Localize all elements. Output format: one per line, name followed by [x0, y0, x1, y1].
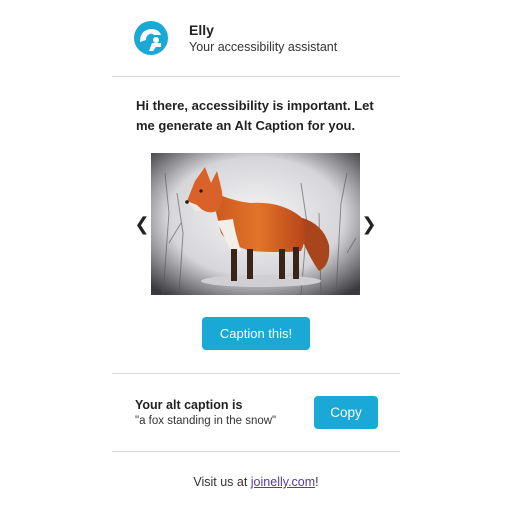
website-link[interactable]: joinelly.com [251, 475, 315, 489]
footer-divider [112, 451, 400, 452]
copy-button[interactable]: Copy [314, 396, 378, 429]
intro-message: Hi there, accessibility is important. Le… [136, 98, 374, 133]
caption-button[interactable]: Caption this! [202, 317, 310, 350]
fox-photo [151, 153, 360, 295]
result-title: Your alt caption is [135, 398, 243, 412]
footer-prefix: Visit us at [193, 475, 251, 489]
chevron-right-icon: ❯ [361, 213, 377, 235]
result-divider [112, 373, 400, 374]
prev-image-button[interactable]: ❮ [134, 212, 150, 236]
elly-logo-icon [134, 21, 168, 55]
footer-suffix: ! [315, 475, 319, 489]
header-divider [112, 76, 400, 77]
footer: Visit us at joinelly.com! [0, 475, 512, 489]
chevron-left-icon: ❮ [134, 213, 150, 235]
next-image-button[interactable]: ❯ [361, 212, 377, 236]
app-subtitle: Your accessibility assistant [189, 40, 338, 54]
alt-caption-text: "a fox standing in the snow" [135, 415, 277, 427]
app-name: Elly [189, 22, 214, 38]
app-header: Elly Your accessibility assistant [0, 0, 512, 76]
